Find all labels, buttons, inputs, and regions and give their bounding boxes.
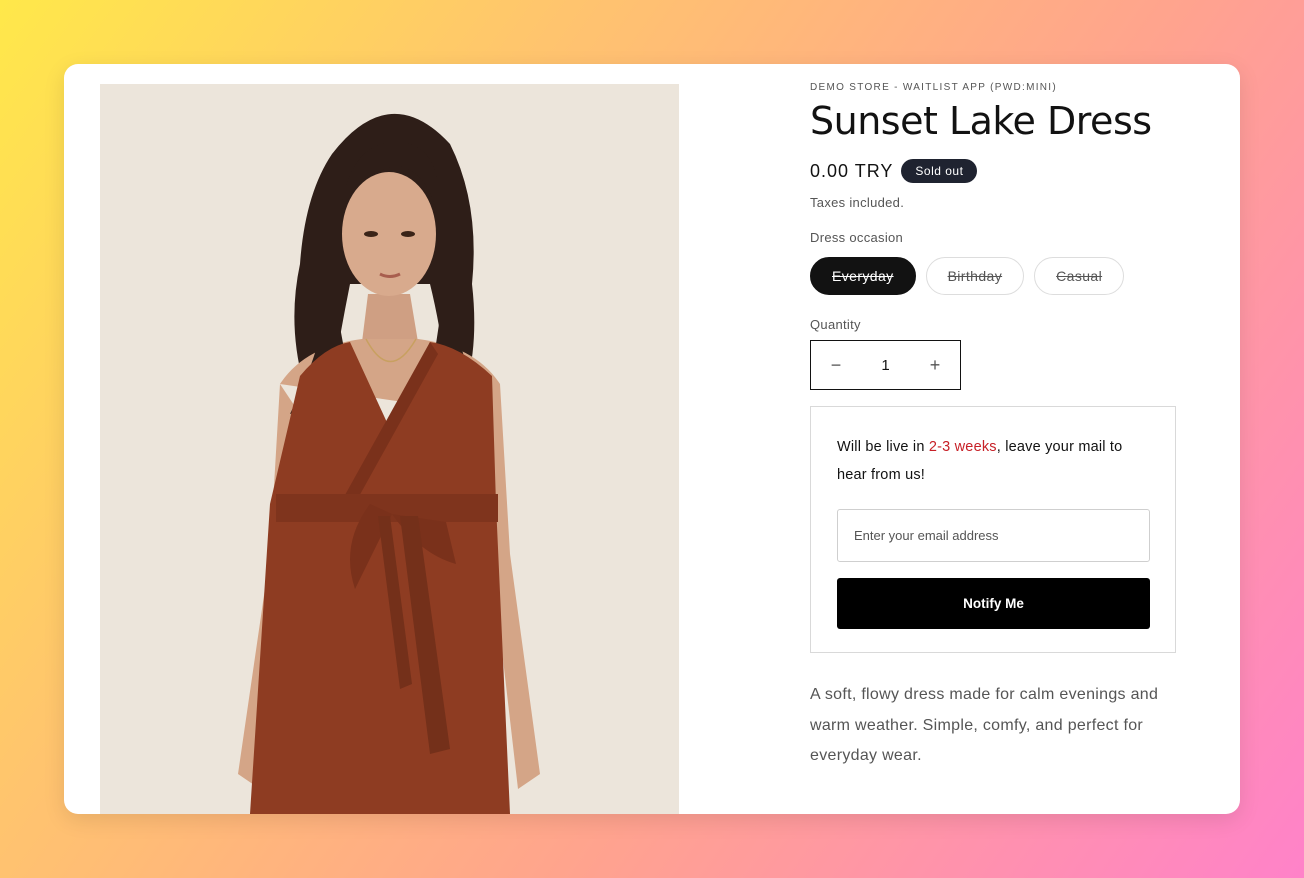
variant-option-birthday[interactable]: Birthday [925,257,1025,295]
notify-me-button[interactable]: Notify Me [837,578,1150,629]
product-info: DEMO STORE - WAITLIST APP (PWD:MINI) Sun… [810,82,1190,772]
email-input[interactable] [837,509,1150,562]
product-title: Sunset Lake Dress [810,99,1152,143]
variant-option-casual[interactable]: Casual [1034,257,1125,295]
waitlist-text-before: Will be live in [837,439,929,455]
tax-note: Taxes included. [810,195,905,210]
waitlist-message: Will be live in 2-3 weeks, leave your ma… [837,433,1149,489]
quantity-decrease-button[interactable]: − [811,341,861,389]
store-name: DEMO STORE - WAITLIST APP (PWD:MINI) [810,82,1058,93]
quantity-stepper: − 1 + [810,340,961,390]
dress-photo-illustration [100,84,679,814]
waitlist-highlight: 2-3 weeks [928,439,997,455]
sold-out-badge: Sold out [901,159,978,183]
product-description: A soft, flowy dress made for calm evenin… [810,686,1159,764]
variant-option-everyday[interactable]: Everyday [810,257,916,295]
price-row: 0.00 TRY Sold out [810,159,1190,183]
product-price: 0.00 TRY [810,160,894,181]
quantity-value[interactable]: 1 [881,357,889,374]
quantity-label: Quantity [810,317,861,332]
quantity-increase-button[interactable]: + [910,341,960,389]
product-card: DEMO STORE - WAITLIST APP (PWD:MINI) Sun… [64,64,1240,814]
waitlist-box: Will be live in 2-3 weeks, leave your ma… [810,406,1176,653]
product-image[interactable] [100,84,679,814]
variant-options: Everyday Birthday Casual [810,257,1190,295]
variant-label: Dress occasion [810,230,904,245]
